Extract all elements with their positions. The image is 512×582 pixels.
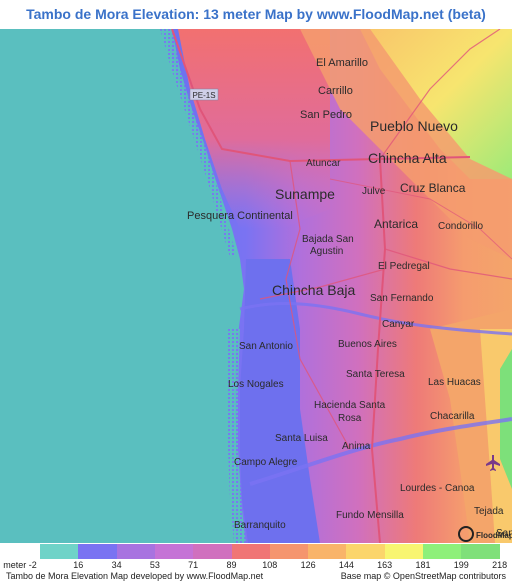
legend-tick-label: 71 [188, 560, 199, 570]
credit-left: Tambo de Mora Elevation Map developed by… [6, 571, 264, 581]
place-label: San Antonio [239, 341, 293, 352]
map-canvas: PE-1S El Amarillo Carrillo San Pedro Pue… [0, 29, 512, 543]
legend-tick-label: 16 [73, 560, 84, 570]
place-label: Buenos Aires [338, 339, 397, 350]
legend-swatch [231, 544, 271, 559]
place-label: San Fernando [370, 293, 434, 304]
legend-swatch [461, 544, 501, 559]
legend-swatch [423, 544, 462, 559]
legend-tick-label: 199 [453, 560, 469, 570]
place-label: Los Nogales [228, 379, 284, 390]
place-label: Agustin [310, 246, 343, 257]
place-label: Las Huacas [428, 377, 481, 388]
place-label: Pesquera Continental [187, 210, 293, 222]
place-label: Hacienda Santa [314, 400, 386, 411]
place-label: Condorillo [438, 221, 483, 232]
place-label: Carrillo [318, 85, 353, 97]
map-title: Tambo de Mora Elevation: 13 meter Map by… [26, 6, 486, 22]
legend-swatch [40, 544, 79, 559]
place-label: Antarica [374, 217, 418, 231]
place-label: Lourdes - Canoa [400, 483, 475, 494]
place-label: Bajada San [302, 234, 354, 245]
place-label: Barranquito [234, 520, 286, 531]
place-label: Chincha Alta [368, 150, 447, 166]
place-label: Canyar [382, 319, 415, 330]
elevation-map[interactable]: PE-1S El Amarillo Carrillo San Pedro Pue… [0, 29, 512, 543]
place-label: El Amarillo [316, 57, 368, 69]
place-label: Tejada [474, 506, 504, 517]
legend-swatch [154, 544, 194, 559]
legend-tick-label: 126 [300, 560, 316, 570]
place-label: Pueblo Nuevo [370, 118, 458, 134]
legend-tick-label: 144 [338, 560, 354, 570]
legend-swatch [116, 544, 156, 559]
credit-right: Base map © OpenStreetMap contributors [340, 571, 506, 581]
place-label: Campo Alegre [234, 457, 298, 468]
legend-unit: meter -2 [3, 560, 37, 570]
road-label: PE-1S [192, 91, 215, 100]
legend-tick-label: 89 [226, 560, 237, 570]
place-label: Julve [362, 186, 386, 197]
place-label: Fundo Mensilla [336, 510, 404, 521]
place-label: El Pedregal [378, 261, 430, 272]
legend-swatch [308, 544, 348, 559]
place-label: Santa Teresa [346, 369, 405, 380]
place-label: Chacarilla [430, 411, 475, 422]
legend-tick-label: 53 [149, 560, 160, 570]
svg-text:FloodMap: FloodMap [476, 531, 512, 540]
place-label: Anima [342, 441, 371, 452]
place-label: Sunampe [275, 186, 335, 202]
legend-swatch [346, 544, 386, 559]
legend-swatch [269, 544, 309, 559]
legend-swatch [384, 544, 424, 559]
place-label: Rosa [338, 413, 362, 424]
elevation-legend: meter -2 16 34 53 71 89 108 126 144 163 181 199 218… [0, 543, 512, 582]
place-label: San Pedro [300, 109, 352, 121]
place-label: Santa Luisa [275, 433, 328, 444]
legend-swatch [78, 544, 118, 559]
legend-swatch [193, 544, 233, 559]
legend-tick-label: 218 [492, 560, 508, 570]
legend-tick-label: 108 [262, 560, 278, 570]
place-label: Cruz Blanca [400, 181, 466, 195]
place-label: Atuncar [306, 158, 341, 169]
place-label: Chincha Baja [272, 282, 355, 298]
legend-tick-label: 181 [415, 560, 431, 570]
legend-tick-label: 163 [377, 560, 393, 570]
legend-tick-label: 34 [111, 560, 122, 570]
